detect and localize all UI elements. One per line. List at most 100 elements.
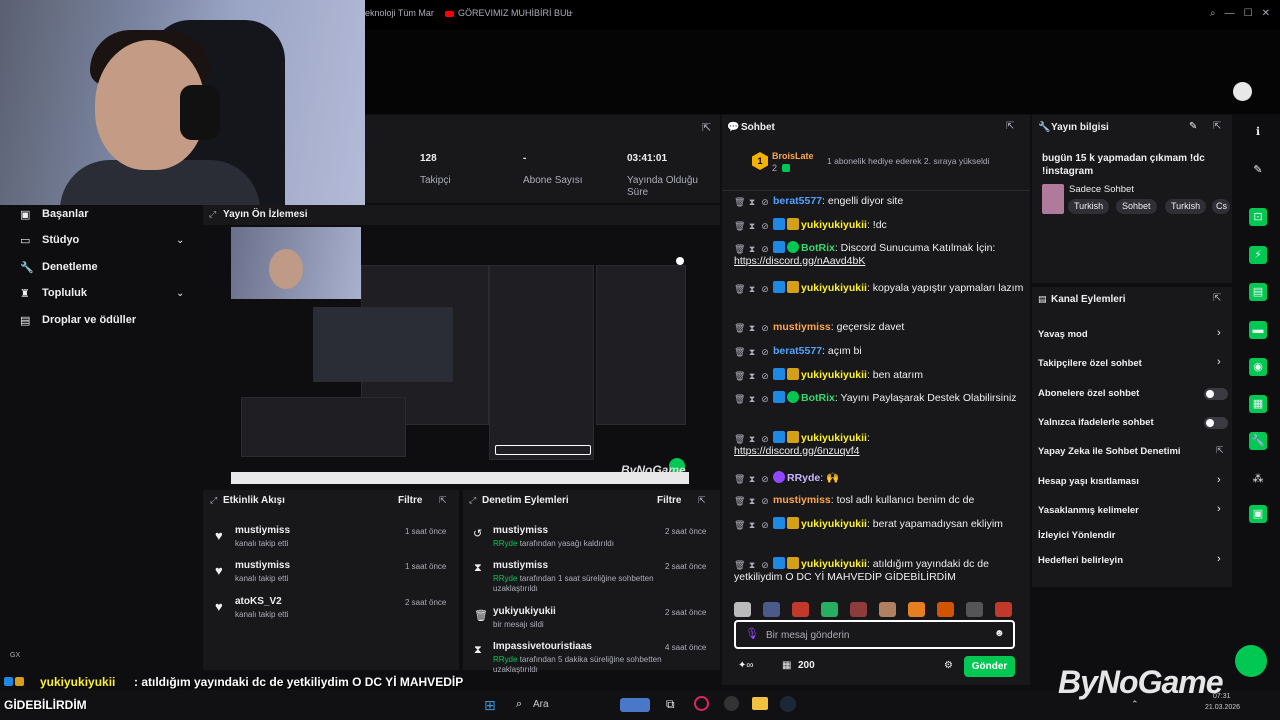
settings-icon[interactable]: ⚙ bbox=[944, 660, 953, 671]
popout-icon[interactable]: ⇱ bbox=[1006, 121, 1014, 132]
tag[interactable]: Cs bbox=[1212, 199, 1230, 214]
chat-message[interactable]: 🗑 ⧗ ⊘ yukiyukiyukii: ben atarım bbox=[734, 368, 1024, 382]
filter-button[interactable]: Filtre bbox=[657, 495, 681, 506]
category-thumbnail[interactable] bbox=[1042, 184, 1064, 214]
chat-message[interactable]: 🗑 ⧗ ⊘ BotRix: Discord Sunucuma Katılmak İçi… bbox=[734, 241, 1024, 268]
mod-actor[interactable]: RRyde bbox=[493, 574, 517, 583]
mod-target[interactable]: Impassivetouristiaas bbox=[493, 641, 592, 652]
broadcast-icon[interactable]: ◉ bbox=[1249, 358, 1267, 376]
emote[interactable] bbox=[821, 602, 838, 617]
shuffle-icon[interactable]: ⁂ bbox=[1249, 470, 1267, 488]
widget-icon[interactable] bbox=[620, 698, 650, 712]
emote[interactable] bbox=[850, 602, 867, 617]
opera-gx-icon[interactable] bbox=[694, 696, 709, 711]
emote[interactable] bbox=[792, 602, 809, 617]
emote[interactable] bbox=[734, 602, 751, 617]
tag[interactable]: Turkish bbox=[1068, 199, 1110, 214]
emote[interactable] bbox=[966, 602, 983, 617]
points-icon[interactable]: ✦∞ bbox=[738, 660, 754, 671]
chat-message[interactable]: 🗑 ⧗ ⊘ yukiyukiyukii: atıldığım yayındaki dc… bbox=[734, 557, 1024, 584]
steam-icon[interactable] bbox=[780, 696, 796, 712]
chevron-right-icon[interactable]: › bbox=[1217, 503, 1221, 515]
bolt-icon[interactable]: ⚡ bbox=[1249, 246, 1267, 264]
stream-preview[interactable]: ByNoGame bbox=[231, 227, 689, 484]
emote-only-toggle[interactable] bbox=[1204, 417, 1228, 429]
mod-actor[interactable]: RRyde bbox=[493, 655, 517, 664]
raid-item[interactable]: İzleyici Yönlendir bbox=[1038, 530, 1115, 541]
sidebar-item-moderation[interactable]: 🔧 Denetleme bbox=[20, 261, 98, 274]
send-button[interactable]: Gönder bbox=[964, 656, 1015, 677]
sidebar-item-drops[interactable]: ▤ Droplar ve ödüller bbox=[20, 314, 136, 327]
sidebar-item-studio[interactable]: ▭ Stüdyo bbox=[20, 234, 79, 247]
search-icon[interactable]: ⌕ bbox=[516, 698, 522, 711]
category-name[interactable]: Sadece Sohbet bbox=[1069, 184, 1134, 195]
chat-message[interactable]: 🗑 ⧗ ⊘ yukiyukiyukii: https://discord.gg/6nzu… bbox=[734, 431, 1024, 458]
slow-mode-item[interactable]: Yavaş mod bbox=[1038, 329, 1088, 340]
emote[interactable] bbox=[879, 602, 896, 617]
chevron-right-icon[interactable]: › bbox=[1217, 553, 1221, 565]
chevron-right-icon[interactable]: › bbox=[1217, 356, 1221, 368]
mod-actor[interactable]: RRyde bbox=[493, 539, 517, 548]
chat-message[interactable]: 🗑 ⧗ ⊘ yukiyukiyukii: berat yapamadıysan ekl… bbox=[734, 517, 1024, 531]
chat-message[interactable]: 🗑 ⧗ ⊘ yukiyukiyukii: !dc bbox=[734, 218, 1024, 232]
mod-target[interactable]: mustiymiss bbox=[493, 525, 548, 536]
minimize-icon[interactable]: — bbox=[1225, 8, 1235, 19]
avatar[interactable] bbox=[1233, 82, 1252, 101]
activity-user[interactable]: atoKS_V2 bbox=[235, 596, 282, 607]
wrench-icon[interactable]: 🔧 bbox=[1249, 432, 1267, 450]
browser-tab[interactable]: eknoloji Tüm Mar bbox=[365, 8, 434, 18]
maximize-icon[interactable]: ☐ bbox=[1244, 8, 1253, 19]
taskbar-search[interactable]: Ara bbox=[533, 699, 549, 710]
banned-words-item[interactable]: Yasaklanmış kelimeler bbox=[1038, 505, 1139, 516]
chat-message[interactable]: 🗑 ⧗ ⊘ berat5577: engelli diyor site bbox=[734, 195, 1024, 208]
popout-icon[interactable]: ⇱ bbox=[1213, 121, 1221, 132]
emoji-icon[interactable]: ☻ bbox=[994, 628, 1005, 639]
panel-icon[interactable]: ▦ bbox=[1249, 395, 1267, 413]
windows-start-icon[interactable]: ⊞ bbox=[484, 697, 496, 714]
popout-icon[interactable]: ⇱ bbox=[439, 495, 447, 506]
emote[interactable] bbox=[763, 602, 780, 617]
followers-only-item[interactable]: Takipçilere özel sohbet bbox=[1038, 358, 1142, 369]
expand-icon[interactable]: ⤢ bbox=[209, 209, 216, 220]
chevron-down-icon[interactable]: ⌄ bbox=[176, 288, 184, 299]
chevron-right-icon[interactable]: › bbox=[1217, 327, 1221, 339]
mic-icon[interactable]: 🎙 bbox=[745, 627, 759, 640]
emote[interactable] bbox=[937, 602, 954, 617]
popout-icon[interactable]: ⇱ bbox=[702, 121, 711, 134]
tag[interactable]: Turkish bbox=[1165, 199, 1207, 214]
expand-icon[interactable]: ⤢ bbox=[210, 495, 217, 506]
chevron-right-icon[interactable]: › bbox=[1217, 474, 1221, 486]
account-age-item[interactable]: Hesap yaşı kısıtlaması bbox=[1038, 476, 1139, 487]
emote[interactable] bbox=[908, 602, 925, 617]
activity-user[interactable]: mustiymiss bbox=[235, 525, 290, 536]
pinned-user[interactable]: BroisLate bbox=[772, 151, 814, 161]
obs-icon[interactable] bbox=[724, 696, 739, 711]
new-tab-button[interactable]: + bbox=[568, 8, 573, 18]
edit-icon[interactable]: ✎ bbox=[1189, 121, 1197, 132]
chat-message[interactable]: 🗑 ⧗ ⊘ mustiymiss: geçersiz davet bbox=[734, 321, 1024, 334]
search-icon[interactable]: ⌕ bbox=[1210, 8, 1216, 19]
sidebar-item-highlights[interactable]: ▣ Başanlar bbox=[20, 208, 88, 221]
activity-user[interactable]: mustiymiss bbox=[235, 560, 290, 571]
chat-icon[interactable]: ▬ bbox=[1249, 321, 1267, 339]
folder-icon[interactable] bbox=[752, 697, 768, 710]
clip-icon[interactable]: ⊡ bbox=[1249, 208, 1267, 226]
ai-moderation-item[interactable]: Yapay Zeka ile Sohbet Denetimi bbox=[1038, 446, 1181, 457]
chat-message[interactable]: 🗑 ⧗ ⊘ berat5577: açım bi bbox=[734, 345, 1024, 358]
chevron-down-icon[interactable]: ⌄ bbox=[176, 235, 184, 246]
mod-target[interactable]: yukiyukiyukii bbox=[493, 606, 556, 617]
subs-only-toggle[interactable] bbox=[1204, 388, 1228, 400]
popout-icon[interactable]: ⇱ bbox=[698, 495, 706, 506]
chat-message[interactable]: 🗑 ⧗ ⊘ mustiymiss: tosl adlı kullanıcı benim… bbox=[734, 494, 1024, 507]
mod-target[interactable]: mustiymiss bbox=[493, 560, 548, 571]
filter-button[interactable]: Filtre bbox=[398, 495, 422, 506]
emote[interactable] bbox=[995, 602, 1012, 617]
chat-input[interactable] bbox=[766, 627, 986, 643]
pinned-leaderboard[interactable]: 1 BroisLate 2 1 abonelik hediye ederek 2… bbox=[722, 143, 1030, 191]
task-view-icon[interactable]: ⧉ bbox=[666, 697, 675, 712]
tag[interactable]: Sohbet bbox=[1116, 199, 1157, 214]
chat-message[interactable]: 🗑 ⧗ ⊘ yukiyukiyukii: kopyala yapıştır yapma… bbox=[734, 281, 1024, 295]
chat-message[interactable]: 🗑 ⧗ ⊘ BotRix: Yayını Paylaşarak Destek Olab… bbox=[734, 391, 1024, 405]
sidebar-item-community[interactable]: ♜ Topluluk bbox=[20, 287, 87, 300]
chat-input-box[interactable]: 🎙 ☻ bbox=[734, 620, 1015, 649]
